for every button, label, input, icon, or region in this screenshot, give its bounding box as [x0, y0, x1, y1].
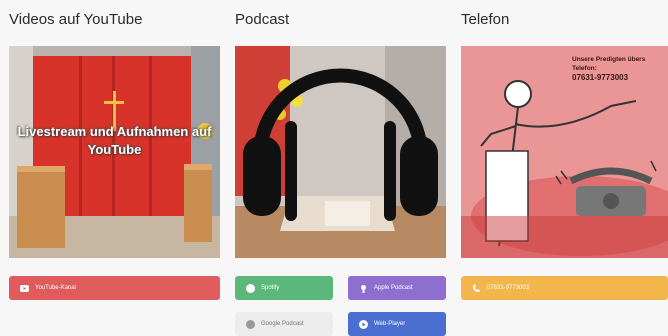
spotify-label: Spotify: [261, 285, 280, 291]
apple-podcast-button[interactable]: Apple Podcast: [348, 276, 446, 300]
apple-podcast-icon: [359, 284, 368, 293]
web-player-button[interactable]: Web-Player: [348, 312, 446, 336]
web-player-icon: [359, 319, 368, 329]
phone-call-label: 07631-9773003: [487, 285, 530, 291]
google-podcast-label: Google Podcast: [261, 321, 304, 327]
phone-title: Telefon: [461, 11, 510, 28]
videos-thumbnail[interactable]: Livestream und Aufnahmen auf YouTube: [9, 46, 220, 258]
youtube-icon: [20, 284, 29, 293]
podcast-thumbnail[interactable]: [235, 46, 446, 258]
videos-title: Videos auf YouTube: [9, 11, 143, 28]
apple-podcast-label: Apple Podcast: [374, 285, 413, 291]
phone-call-button[interactable]: 07631-9773003: [461, 276, 668, 300]
google-podcast-icon: [246, 319, 255, 329]
phone-image-text: Unsere Predigten übers Telefon:: [572, 56, 646, 72]
phone-icon: [472, 283, 481, 293]
phone-image-caption: Unsere Predigten übers Telefon: 07631-97…: [572, 55, 662, 82]
web-player-label: Web-Player: [374, 321, 406, 327]
headphones-image: [235, 46, 446, 258]
phone-thumbnail[interactable]: Unsere Predigten übers Telefon: 07631-97…: [461, 46, 668, 258]
spotify-icon: [246, 283, 255, 293]
youtube-channel-button[interactable]: YouTube-Kanal: [9, 276, 220, 300]
phone-image-number: 07631-9773003: [572, 73, 629, 82]
videos-overlay-title: Livestream und Aufnahmen auf YouTube: [17, 124, 212, 157]
google-podcast-button[interactable]: Google Podcast: [235, 312, 333, 336]
podcast-title: Podcast: [235, 11, 290, 28]
youtube-channel-label: YouTube-Kanal: [35, 285, 76, 291]
spotify-button[interactable]: Spotify: [235, 276, 333, 300]
